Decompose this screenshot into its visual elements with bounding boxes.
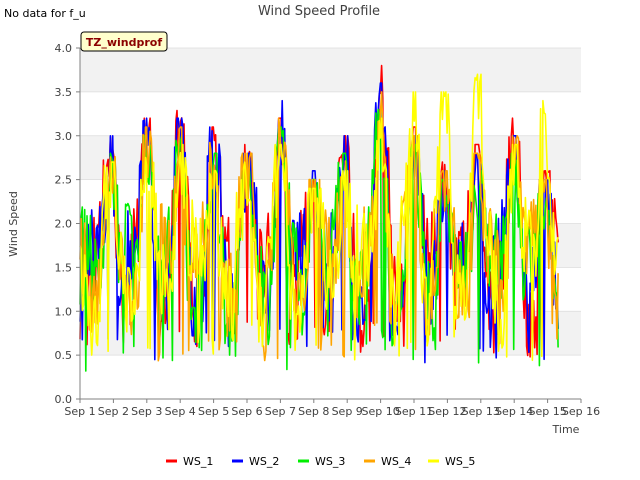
x-tick-label: Sep 7 (265, 405, 296, 418)
y-tick-label: 1.5 (55, 261, 73, 274)
x-tick-label: Sep 3 (131, 405, 162, 418)
x-tick-label: Sep 6 (231, 405, 262, 418)
wind-speed-chart: Wind Speed Profile Sep 1 Sep 2 Sep 3 Sep 4S… (7, 4, 600, 468)
plot-band (80, 91, 581, 136)
legend-label-ws_2: WS_2 (249, 455, 279, 468)
legend-label-ws_4: WS_4 (381, 455, 411, 468)
y-axis-label: Wind Speed (7, 191, 20, 257)
y-tick-label: 3.0 (55, 130, 73, 143)
plot-band (80, 355, 581, 399)
legend-label-ws_1: WS_1 (183, 455, 213, 468)
plot-band (80, 48, 581, 92)
x-axis-label: Time (552, 423, 580, 436)
y-tick-label: 3.5 (55, 86, 73, 99)
y-tick-label: 0.0 (55, 393, 73, 406)
x-ticks: Sep 1 Sep 2 Sep 3 Sep 4 Sep 5 Sep 6 Sep 7 Sep 8… (64, 399, 600, 418)
chart-title: Wind Speed Profile (258, 4, 380, 19)
x-tick-label: Sep 16 (562, 405, 600, 418)
y-tick-label: 0.5 (55, 349, 73, 362)
site-label-box: TZ_windprof (80, 31, 168, 52)
y-ticks: 0.0 0.5 1.0 1.5 2.0 2.5 3.0 3.5 4.0 (55, 42, 80, 406)
x-tick-label: Sep 1 (64, 405, 95, 418)
legend-label-ws_3: WS_3 (315, 455, 345, 468)
legend: WS_1 WS_2 WS_3 WS_4 WS_5 (166, 455, 475, 468)
x-tick-label: Sep 5 (198, 405, 229, 418)
legend-label-ws_5: WS_5 (445, 455, 475, 468)
x-tick-label: Sep 2 (98, 405, 129, 418)
x-tick-label: Sep 4 (165, 405, 196, 418)
site-label: TZ_windprof (86, 36, 162, 49)
x-tick-label: Sep 8 (298, 405, 329, 418)
x-tick-label: Sep 9 (332, 405, 363, 418)
y-tick-label: 2.0 (55, 218, 73, 231)
y-tick-label: 4.0 (55, 42, 73, 55)
y-tick-label: 1.0 (55, 305, 73, 318)
y-tick-label: 2.5 (55, 174, 73, 187)
